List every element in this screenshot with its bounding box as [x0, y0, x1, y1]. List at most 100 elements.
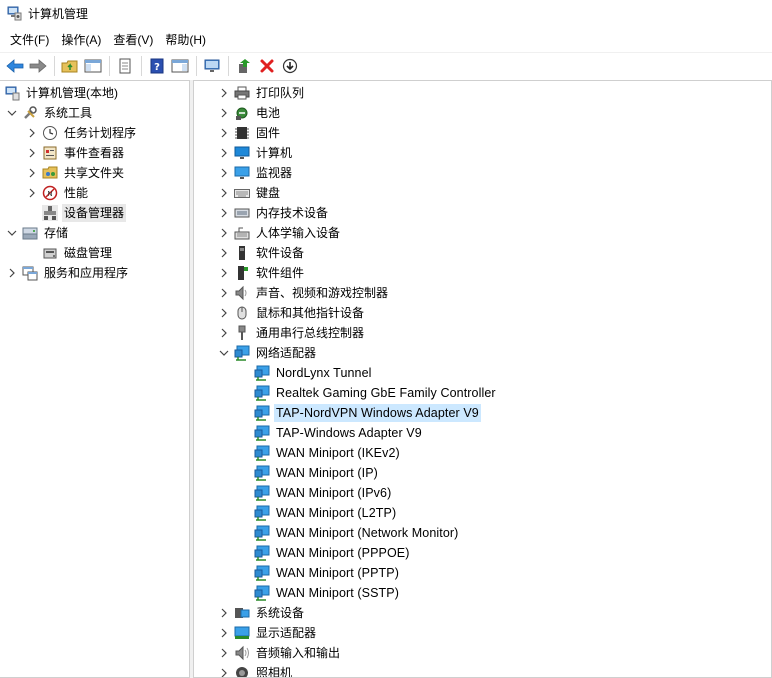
menu-view[interactable]: 查看(V)	[107, 30, 159, 50]
device-category-battery[interactable]: 电池	[218, 103, 282, 123]
chevron-right-icon[interactable]	[26, 143, 38, 163]
device-category-label: 键盘	[256, 186, 281, 200]
device-category-firmware[interactable]: 固件	[218, 123, 282, 143]
performance-icon: N	[42, 185, 58, 201]
toolbar: ?	[0, 52, 772, 78]
chevron-right-icon[interactable]	[218, 143, 230, 163]
network-adapter-item[interactable]: WAN Miniport (PPTP)	[254, 563, 401, 583]
menu-action[interactable]: 操作(A)	[55, 30, 107, 50]
chevron-right-icon[interactable]	[218, 183, 230, 203]
network-adapter-label: WAN Miniport (IP)	[276, 466, 378, 480]
toolbar-separator	[141, 55, 142, 76]
network-adapter-item[interactable]: WAN Miniport (IKEv2)	[254, 443, 402, 463]
tree-item-system-tools[interactable]: 系统工具	[6, 103, 94, 123]
menu-file[interactable]: 文件(F)	[4, 30, 55, 50]
device-category-label: 音频输入和输出	[256, 646, 341, 660]
chevron-right-icon[interactable]	[218, 623, 230, 643]
network-adapter-item[interactable]: NordLynx Tunnel	[254, 363, 374, 383]
chevron-right-icon[interactable]	[26, 123, 38, 143]
device-category-network-adapters[interactable]: 网络适配器	[218, 343, 318, 363]
network-adapter-label: Realtek Gaming GbE Family Controller	[276, 386, 496, 400]
device-category-computer[interactable]: 计算机	[218, 143, 294, 163]
network-adapter-item[interactable]: WAN Miniport (IPv6)	[254, 483, 393, 503]
chevron-right-icon[interactable]	[26, 183, 38, 203]
show-hide-action-pane-button[interactable]	[169, 55, 191, 77]
device-category-label: 内存技术设备	[256, 206, 329, 220]
tree-item-event-viewer[interactable]: 事件查看器	[26, 143, 126, 163]
forward-button[interactable]	[27, 55, 49, 77]
device-category-cameras[interactable]: 照相机	[218, 663, 294, 678]
chevron-right-icon[interactable]	[6, 263, 18, 283]
disable-device-button[interactable]	[279, 55, 301, 77]
network-adapter-label: TAP-Windows Adapter V9	[276, 426, 422, 440]
chevron-right-icon[interactable]	[218, 663, 230, 677]
console-tree-pane: 计算机管理(本地) 系统工具 任务计划程序 事件查看器 共享文件夹 N 性能 设…	[0, 80, 190, 678]
device-category-keyboards[interactable]: 键盘	[218, 183, 282, 203]
device-category-display-adapters[interactable]: 显示适配器	[218, 623, 318, 643]
chevron-right-icon[interactable]	[218, 83, 230, 103]
export-list-button[interactable]	[114, 55, 136, 77]
up-level-button[interactable]	[59, 55, 81, 77]
device-category-software-components[interactable]: 软件组件	[218, 263, 306, 283]
uninstall-device-button[interactable]	[256, 55, 278, 77]
device-category-sound[interactable]: 声音、视频和游戏控制器	[218, 283, 390, 303]
chevron-right-icon[interactable]	[218, 223, 230, 243]
device-category-label: 照相机	[256, 666, 293, 678]
chevron-right-icon[interactable]	[26, 163, 38, 183]
menu-help[interactable]: 帮助(H)	[159, 30, 212, 50]
network-adapter-icon	[254, 365, 270, 381]
chevron-right-icon[interactable]	[218, 603, 230, 623]
chevron-down-icon[interactable]	[6, 103, 18, 123]
device-category-hid[interactable]: 人体学输入设备	[218, 223, 342, 243]
show-hide-console-tree-button[interactable]	[82, 55, 104, 77]
chevron-right-icon[interactable]	[218, 643, 230, 663]
chevron-right-icon[interactable]	[218, 103, 230, 123]
console-tree-icon	[84, 59, 102, 72]
update-driver-icon	[239, 58, 250, 73]
scan-hardware-button[interactable]	[201, 55, 223, 77]
device-category-memory-tech[interactable]: 内存技术设备	[218, 203, 330, 223]
network-adapter-item[interactable]: TAP-NordVPN Windows Adapter V9	[254, 403, 481, 423]
tree-item-device-manager[interactable]: 设备管理器	[26, 203, 127, 223]
chevron-right-icon[interactable]	[218, 303, 230, 323]
tree-item-task-scheduler[interactable]: 任务计划程序	[26, 123, 138, 143]
tree-item-storage[interactable]: 存储	[6, 223, 70, 243]
network-adapter-item[interactable]: WAN Miniport (PPPOE)	[254, 543, 412, 563]
chevron-right-icon[interactable]	[218, 243, 230, 263]
update-driver-button[interactable]	[233, 55, 255, 77]
tree-item-services-apps[interactable]: 服务和应用程序	[6, 263, 130, 283]
tree-item-computer-management[interactable]: 计算机管理(本地)	[4, 83, 120, 103]
network-adapter-item[interactable]: WAN Miniport (L2TP)	[254, 503, 398, 523]
back-button[interactable]	[4, 55, 26, 77]
device-category-system-devices[interactable]: 系统设备	[218, 603, 306, 623]
chevron-down-icon[interactable]	[218, 343, 230, 363]
network-adapter-icon	[254, 425, 270, 441]
chevron-right-icon[interactable]	[218, 263, 230, 283]
chevron-down-icon[interactable]	[6, 223, 18, 243]
computer-icon	[234, 145, 250, 161]
chevron-right-icon[interactable]	[218, 163, 230, 183]
network-adapter-item[interactable]: Realtek Gaming GbE Family Controller	[254, 383, 498, 403]
device-category-mice[interactable]: 鼠标和其他指针设备	[218, 303, 366, 323]
device-category-label: 鼠标和其他指针设备	[256, 306, 365, 320]
device-category-monitors[interactable]: 监视器	[218, 163, 294, 183]
tree-item-disk-management[interactable]: 磁盘管理	[26, 243, 114, 263]
device-category-usb[interactable]: 通用串行总线控制器	[218, 323, 366, 343]
chevron-right-icon[interactable]	[218, 323, 230, 343]
tree-item-shared-folders[interactable]: 共享文件夹	[26, 163, 126, 183]
device-category-printer-queue[interactable]: 打印队列	[218, 83, 306, 103]
chevron-right-icon[interactable]	[218, 123, 230, 143]
help-button[interactable]: ?	[146, 55, 168, 77]
firmware-chip-icon	[234, 125, 250, 141]
tree-item-performance[interactable]: N 性能	[26, 183, 90, 203]
chevron-right-icon[interactable]	[218, 283, 230, 303]
network-adapter-item[interactable]: WAN Miniport (IP)	[254, 463, 380, 483]
arrow-right-icon	[29, 58, 47, 73]
document-icon	[119, 58, 131, 73]
network-adapter-item[interactable]: WAN Miniport (Network Monitor)	[254, 523, 460, 543]
chevron-right-icon[interactable]	[218, 203, 230, 223]
device-category-software-devices[interactable]: 软件设备	[218, 243, 306, 263]
device-category-audio-io[interactable]: 音频输入和输出	[218, 643, 342, 663]
network-adapter-item[interactable]: TAP-Windows Adapter V9	[254, 423, 424, 443]
network-adapter-item[interactable]: WAN Miniport (SSTP)	[254, 583, 401, 603]
